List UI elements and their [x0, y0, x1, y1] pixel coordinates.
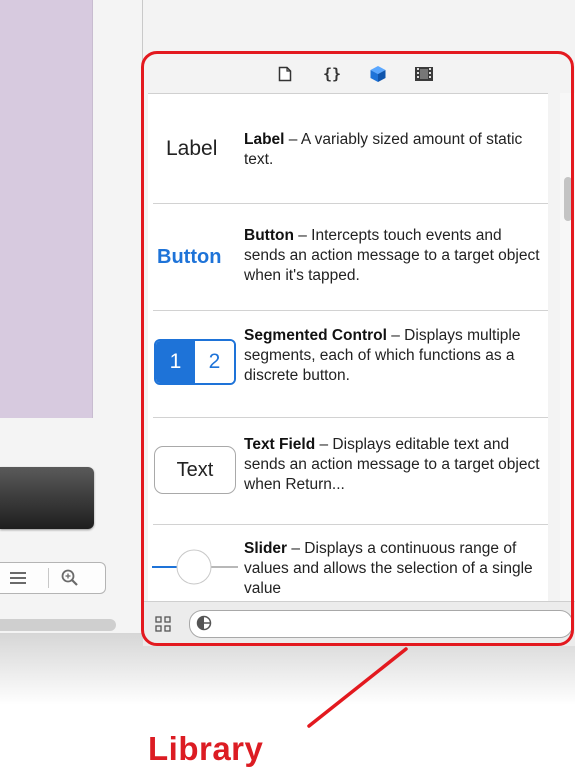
library-search-input[interactable] [189, 610, 573, 638]
list-item-text-field[interactable]: Text Text Field – Displays editable text… [148, 418, 548, 525]
object-library-tab[interactable] [367, 63, 389, 85]
button-preview: Button [157, 246, 222, 268]
library-scroll-track[interactable] [560, 93, 575, 601]
zoom-icon[interactable] [60, 569, 80, 587]
text-field-preview: Text [154, 446, 236, 494]
file-template-tab[interactable] [274, 63, 296, 85]
library-panel: {} Label Label – A variably sized amount… [143, 0, 575, 646]
library-tab-bar: {} [143, 55, 575, 93]
item-title: Text Field [244, 436, 316, 453]
horizontal-scrollbar[interactable] [0, 619, 116, 631]
library-scroll-thumb[interactable] [564, 177, 572, 221]
item-title: Button [244, 227, 294, 244]
item-text: – A variably sized amount of static text… [244, 131, 523, 168]
segment-1: 1 [156, 341, 195, 383]
slider-preview [152, 549, 238, 585]
object-library-list: Label Label – A variably sized amount of… [148, 93, 548, 602]
slider-description: Slider – Displays a continuous range of … [244, 539, 544, 599]
media-film-icon [415, 67, 433, 81]
file-icon [278, 66, 292, 82]
list-item-segmented-control[interactable]: 1 2 Segmented Control – Displays multipl… [148, 311, 548, 418]
code-braces-icon: {} [322, 65, 342, 83]
button-separator [48, 568, 49, 588]
item-title: Segmented Control [244, 327, 387, 344]
text-field-description: Text Field – Displays editable text and … [244, 435, 544, 495]
code-snippet-tab[interactable]: {} [321, 63, 343, 85]
object-cube-icon [370, 66, 386, 82]
list-item-label[interactable]: Label Label – A variably sized amount of… [148, 97, 548, 204]
item-text: – Displays a continuous range of values … [244, 540, 533, 597]
list-lines-icon[interactable] [10, 571, 28, 585]
list-item-slider[interactable]: Slider – Displays a continuous range of … [148, 525, 548, 602]
dark-toolbar-element[interactable] [0, 467, 94, 529]
item-title: Slider [244, 540, 288, 557]
grid-view-icon[interactable] [155, 616, 171, 632]
label-description: Label – A variably sized amount of stati… [244, 130, 544, 170]
canvas-area [0, 0, 142, 645]
item-title: Label [244, 131, 285, 148]
library-annotation-label: Library [148, 730, 264, 767]
filter-icon [196, 615, 212, 631]
label-preview: Label [166, 137, 218, 160]
segment-2: 2 [195, 341, 234, 383]
media-library-tab[interactable] [413, 63, 435, 85]
segmented-control-preview: 1 2 [154, 339, 236, 385]
list-item-button[interactable]: Button Button – Intercepts touch events … [148, 204, 548, 311]
canvas-control-buttons [0, 562, 106, 594]
library-filter-bar [143, 601, 575, 646]
view-controller-canvas[interactable] [0, 0, 93, 418]
button-description: Button – Intercepts touch events and sen… [244, 226, 544, 286]
segmented-control-description: Segmented Control – Displays multiple se… [244, 326, 544, 386]
